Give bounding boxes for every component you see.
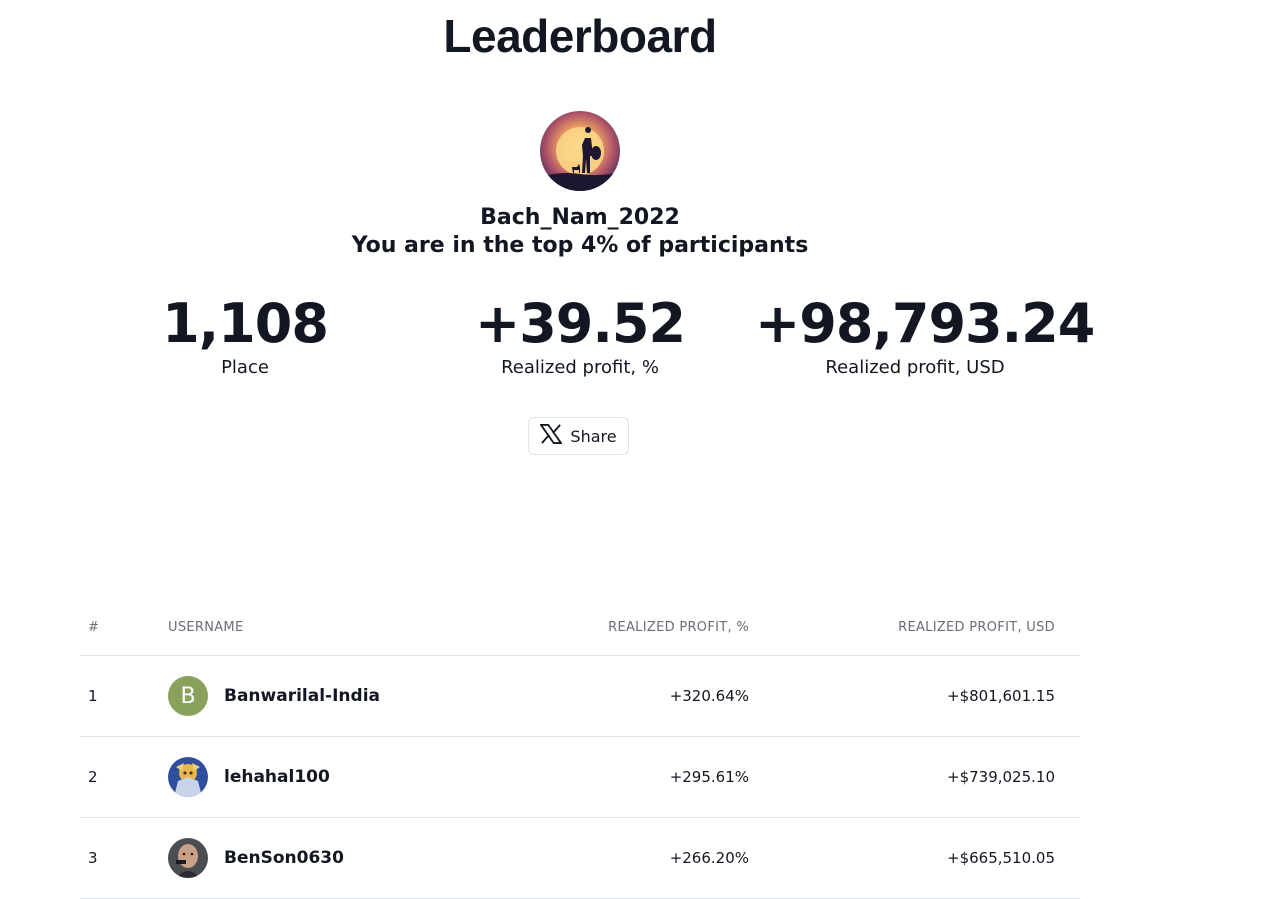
table-row[interactable]: 3 BenSon0630 +266.20% +$665,510.05 (80, 818, 1080, 899)
table-row[interactable]: 1 B Banwarilal-India +320.64% +$801,601.… (80, 656, 1080, 737)
stat-pct-label: Realized profit, % (501, 357, 659, 378)
row-realized-profit-pct: +295.61% (669, 768, 749, 786)
avatar (168, 757, 208, 797)
row-realized-profit-usd: +$801,601.15 (947, 687, 1055, 705)
row-realized-profit-pct: +320.64% (669, 687, 749, 705)
header-realized-profit-pct[interactable]: REALIZED PROFIT, % (548, 620, 749, 635)
header-username: USERNAME (168, 620, 244, 635)
table-header: # USERNAME REALIZED PROFIT, % REALIZED P… (80, 600, 1080, 656)
x-logo-icon (539, 423, 564, 449)
stat-place-label: Place (221, 357, 269, 378)
page-title: Leaderboard (443, 10, 717, 62)
row-realized-profit-pct: +266.20% (669, 849, 749, 867)
stat-realized-profit-usd: +98,793.24 Realized profit, USD (755, 290, 1095, 380)
profile-rank-text: You are in the top 4% of participants (351, 233, 809, 258)
leaderboard-table: # USERNAME REALIZED PROFIT, % REALIZED P… (80, 600, 1080, 899)
stat-place: 1,108 Place (145, 290, 345, 380)
row-realized-profit-usd: +$665,510.05 (947, 849, 1055, 867)
user-avatar (540, 111, 620, 191)
row-rank: 1 (88, 687, 98, 705)
stat-place-value: 1,108 (162, 292, 329, 355)
stat-usd-label: Realized profit, USD (825, 357, 1005, 378)
avatar (168, 838, 208, 878)
row-realized-profit-usd: +$739,025.10 (947, 768, 1055, 786)
table-row[interactable]: 2 lehahal100 +295.61% +$739,025.10 (80, 737, 1080, 818)
header-rank: # (88, 620, 100, 635)
row-rank: 2 (88, 768, 98, 786)
share-button[interactable]: Share (528, 417, 629, 455)
stat-usd-value: +98,793.24 (755, 292, 1095, 355)
row-rank: 3 (88, 849, 98, 867)
row-username[interactable]: lehahal100 (224, 767, 330, 787)
avatar: B (168, 676, 208, 716)
profile-username: Bach_Nam_2022 (480, 205, 680, 230)
row-username[interactable]: Banwarilal-India (224, 686, 380, 706)
share-label: Share (570, 426, 617, 446)
header-realized-profit-usd[interactable]: REALIZED PROFIT, USD (749, 620, 1055, 635)
row-username[interactable]: BenSon0630 (224, 848, 344, 868)
stat-pct-value: +39.52 (474, 292, 686, 355)
stat-realized-profit-pct: +39.52 Realized profit, % (460, 290, 700, 380)
